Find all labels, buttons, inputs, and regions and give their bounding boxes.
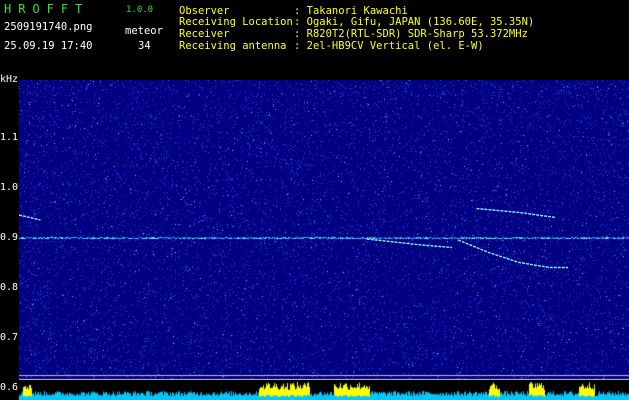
y-axis-unit: kHz <box>0 74 19 85</box>
info-value-location: : Ogaki, Gifu, JAPAN (136.60E, 35.35N) <box>294 16 535 28</box>
y-tick-label: 0.9 <box>0 231 19 243</box>
meteor-label: meteor <box>125 25 163 37</box>
app-logo: HROFFT <box>4 2 90 16</box>
info-value-antenna: : 2el-HB9CV Vertical (el. E-W) <box>294 40 484 52</box>
header-panel: HROFFT 1.0.0 2509191740.png meteor 25.09… <box>0 0 629 70</box>
amplitude-strip <box>19 380 629 400</box>
info-value-receiver: : R820T2(RTL-SDR) SDR-Sharp 53.372MHz <box>294 28 528 40</box>
meteor-trace <box>457 239 568 269</box>
file-name: 2509191740.png <box>4 21 93 33</box>
y-tick-label: 1.0 <box>0 181 19 193</box>
y-tick-label: 0.7 <box>0 331 19 343</box>
meteor-trace <box>366 238 453 249</box>
y-tick-label: 1.1 <box>0 131 19 143</box>
timestamp: 25.09.19 17:40 <box>4 40 93 52</box>
y-tick-label: 0.8 <box>0 281 19 293</box>
meteor-trace <box>19 214 41 221</box>
meteor-trace <box>476 207 556 219</box>
meteor-count: 34 <box>138 40 151 52</box>
y-tick-label: 0.6 <box>0 381 19 393</box>
app-version: 1.0.0 <box>126 5 154 15</box>
spectrogram <box>19 80 629 380</box>
spectrogram-overlay <box>19 207 568 269</box>
info-key-receiver: Receiver <box>179 28 230 40</box>
info-key-antenna: Receiving antenna <box>179 40 287 52</box>
info-key-location: Receiving Location <box>179 16 293 28</box>
